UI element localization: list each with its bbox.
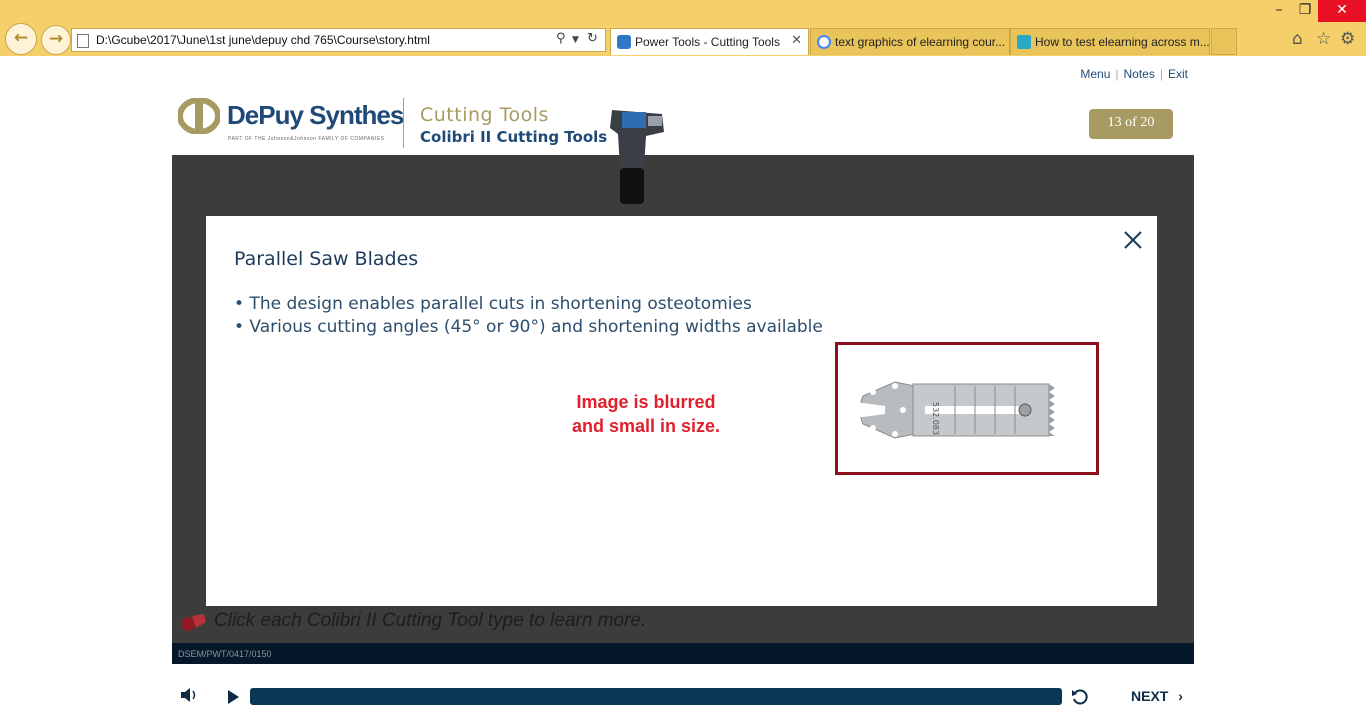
menu-link[interactable]: Menu bbox=[1080, 67, 1110, 81]
popup-title: Parallel Saw Blades bbox=[234, 248, 419, 270]
replay-icon[interactable] bbox=[1071, 688, 1089, 706]
close-window-button[interactable]: ✕ bbox=[1318, 0, 1366, 22]
instruction-text: Click each Colibri II Cutting Tool type … bbox=[214, 610, 647, 631]
minimize-button[interactable]: – bbox=[1266, 0, 1292, 22]
restore-button[interactable]: ❐ bbox=[1292, 0, 1318, 22]
notes-link[interactable]: Notes bbox=[1124, 67, 1155, 81]
ie-page-icon bbox=[617, 35, 631, 49]
review-note: Image is blurred and small in size. bbox=[556, 390, 736, 438]
close-tab-icon[interactable]: ✕ bbox=[791, 33, 802, 48]
review-note-line: and small in size. bbox=[571, 416, 721, 436]
play-icon[interactable] bbox=[226, 689, 240, 705]
footer-code: DSEM/PWT/0417/0150 bbox=[178, 649, 272, 659]
arrow-left-icon: ← bbox=[13, 28, 29, 48]
address-url[interactable]: D:\Gcube\2017\June\1st june\depuy chd 76… bbox=[96, 33, 430, 47]
tab-label: Power Tools - Cutting Tools bbox=[635, 35, 780, 49]
tz-icon bbox=[1017, 35, 1031, 49]
exit-link[interactable]: Exit bbox=[1168, 67, 1188, 81]
google-icon bbox=[817, 35, 831, 49]
drill-handpiece-image bbox=[610, 110, 664, 204]
chevron-right-icon: › bbox=[1178, 688, 1183, 704]
depuy-logo-icon bbox=[178, 98, 220, 134]
tab-label: text graphics of elearning cour... bbox=[835, 35, 1006, 49]
click-hand-icon bbox=[181, 614, 206, 631]
tab-label: How to test elearning across m... bbox=[1035, 35, 1210, 49]
tab-google[interactable]: text graphics of elearning cour... bbox=[810, 28, 1010, 55]
address-bar[interactable]: D:\Gcube\2017\June\1st june\depuy chd 76… bbox=[71, 28, 606, 52]
settings-icon[interactable]: ⚙ bbox=[1340, 29, 1355, 49]
header-divider bbox=[403, 98, 404, 148]
page-icon bbox=[77, 34, 89, 48]
tab-power-tools[interactable]: Power Tools - Cutting Tools ✕ bbox=[610, 28, 809, 55]
top-links: Menu | Notes | Exit bbox=[1080, 67, 1188, 81]
tab-tz[interactable]: How to test elearning across m... bbox=[1010, 28, 1210, 55]
dropdown-icon[interactable]: ▼ bbox=[572, 35, 579, 45]
bullet-item: • Various cutting angles (45° or 90°) an… bbox=[234, 317, 823, 337]
stage-footer bbox=[172, 643, 1194, 664]
search-icon[interactable]: ⚲ bbox=[556, 31, 566, 46]
slide-counter: 13 of 20 bbox=[1089, 109, 1173, 139]
volume-icon[interactable] bbox=[179, 686, 199, 704]
home-icon[interactable]: ⌂ bbox=[1292, 29, 1303, 49]
close-icon[interactable] bbox=[1122, 229, 1144, 251]
bullet-item: • The design enables parallel cuts in sh… bbox=[234, 294, 752, 314]
new-tab-button[interactable] bbox=[1211, 28, 1237, 55]
review-note-line: Image is blurred bbox=[576, 392, 716, 412]
favorites-icon[interactable]: ☆ bbox=[1316, 29, 1331, 49]
back-button[interactable]: ← bbox=[5, 23, 37, 55]
forward-button[interactable]: → bbox=[41, 25, 71, 55]
next-button[interactable]: NEXT › bbox=[1131, 688, 1183, 704]
brand-subline: PART OF THE Johnson&Johnson FAMILY OF CO… bbox=[228, 136, 385, 142]
next-label: NEXT bbox=[1131, 688, 1169, 704]
saw-blade-image: 532.083 bbox=[855, 381, 1055, 439]
blade-marking: 532.083 bbox=[931, 402, 940, 435]
course-title: Cutting Tools bbox=[420, 104, 549, 126]
arrow-right-icon: → bbox=[48, 29, 64, 49]
brand-name: DePuy Synthes bbox=[227, 100, 404, 130]
course-subtitle: Colibri II Cutting Tools bbox=[420, 128, 608, 146]
progress-bar[interactable] bbox=[250, 688, 1062, 705]
refresh-icon[interactable]: ↻ bbox=[587, 31, 598, 46]
